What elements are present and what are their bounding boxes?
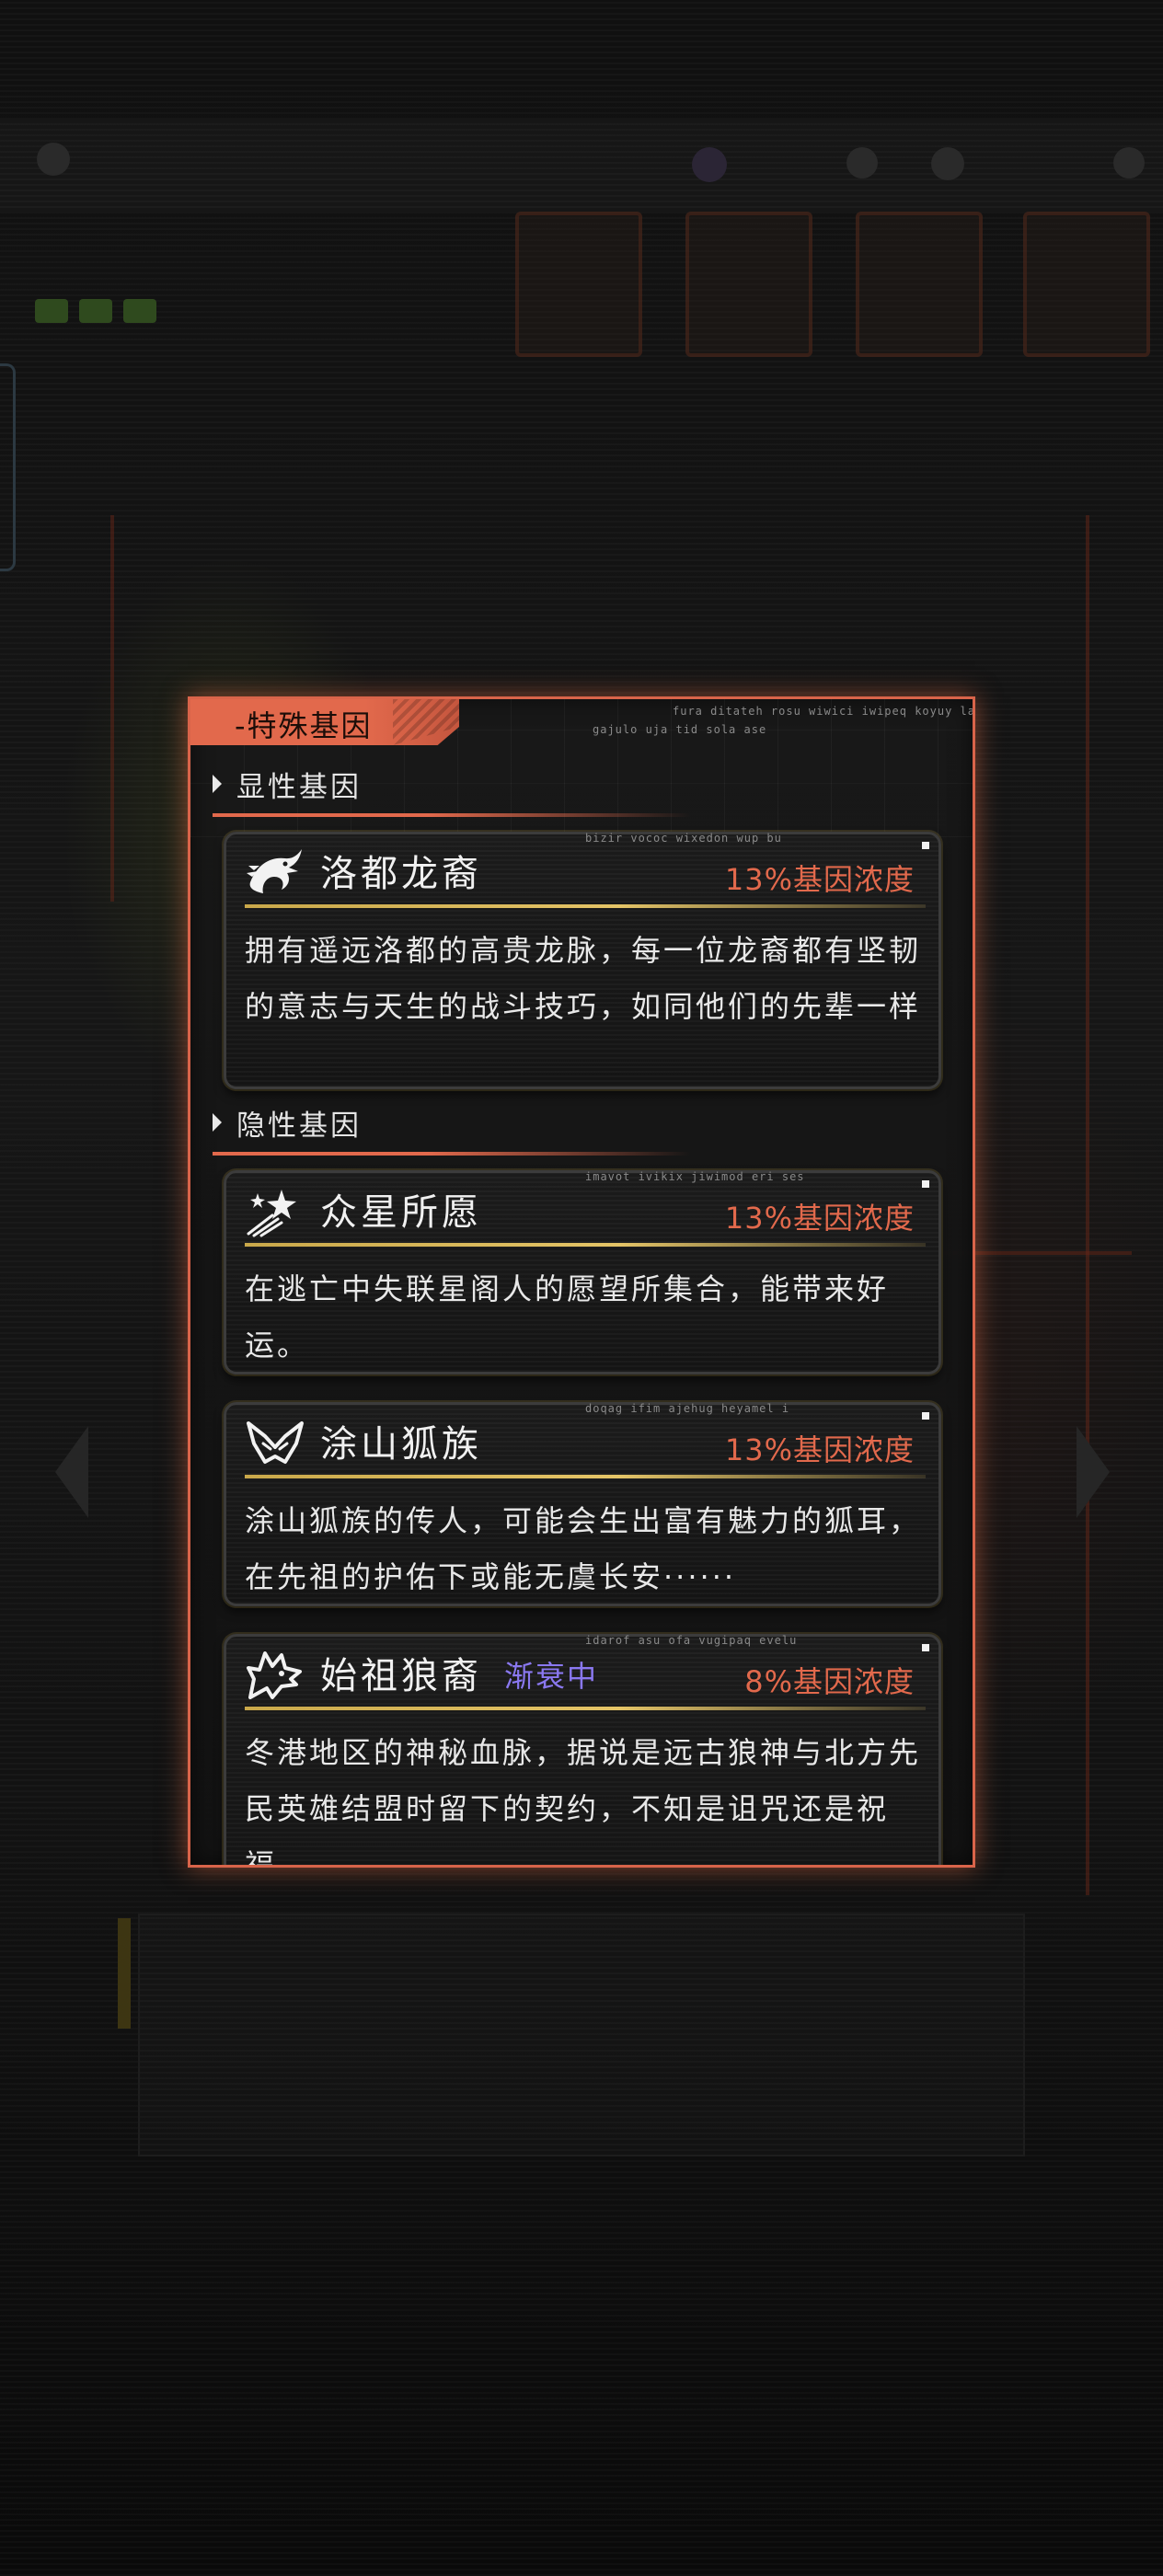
- deco-code-text: imavot ivikix jiwimod eri ses: [585, 1170, 805, 1183]
- gene-concentration: 13%基因浓度: [724, 1201, 915, 1236]
- section-label: 隐性基因: [236, 1110, 362, 1143]
- corner-marker: [922, 1644, 929, 1651]
- background-settings-icon: [1113, 147, 1145, 178]
- gene-name: 涂山狐族: [320, 1423, 482, 1466]
- expand-arrow-icon: [213, 1113, 222, 1132]
- deco-code-text: idarof asu ofa vugipaq evelu: [585, 1634, 798, 1647]
- deco-code-text: bizir vococ wixedon wup bu: [585, 832, 782, 845]
- shooting-stars-icon: [247, 1190, 296, 1237]
- background-bottom-panel: [138, 1914, 1025, 2156]
- background-tab: [856, 212, 983, 357]
- background-next-arrow-icon: [1077, 1426, 1110, 1518]
- background-circuit-line: [1086, 515, 1089, 1895]
- special-genes-panel: -特殊基因 fura ditateh rosu wiwici iwipeq ko…: [188, 696, 975, 1868]
- background-side-handle: [0, 363, 16, 571]
- panel-title: -特殊基因: [235, 708, 373, 743]
- background-circuit-line: [110, 515, 114, 902]
- background-bar: [123, 299, 156, 323]
- gene-concentration: 13%基因浓度: [724, 1432, 915, 1467]
- gene-status-badge: 渐衰中: [504, 1659, 599, 1694]
- expand-arrow-icon: [213, 775, 222, 793]
- card-divider: [245, 1243, 926, 1247]
- dragon-icon: [247, 849, 302, 893]
- corner-marker: [922, 1180, 929, 1188]
- corner-marker: [922, 1412, 929, 1420]
- card-divider: [245, 904, 926, 908]
- background-marker: [118, 1918, 131, 2029]
- section-underline: [213, 1152, 691, 1156]
- background-bar: [79, 299, 112, 323]
- gene-description: 冬港地区的神秘血脉，据说是远古狼神与北方先民英雄结盟时留下的契约，不知是诅咒还是…: [245, 1735, 922, 1868]
- wolf-icon: [247, 1651, 302, 1699]
- background-status-icon: [846, 147, 878, 178]
- deco-code-text: gajulo uja tid sola ase: [593, 723, 767, 736]
- section-label: 显性基因: [236, 771, 362, 804]
- background-tab: [1023, 212, 1150, 357]
- card-divider: [245, 1707, 926, 1710]
- gene-card-dragon[interactable]: bizir vococ wixedon wup bu 洛都龙裔 13%基因浓度 …: [224, 832, 941, 1089]
- gene-card-wolf[interactable]: idarof asu ofa vugipaq evelu 始祖狼裔 渐衰中 8%…: [224, 1634, 941, 1868]
- background-menu-icon: [37, 143, 70, 176]
- background-prev-arrow-icon: [55, 1426, 88, 1518]
- gene-description: 拥有遥远洛都的高贵龙脉，每一位龙裔都有坚韧的意志与天生的战斗技巧，如同他们的先辈…: [245, 933, 922, 1024]
- section-underline: [213, 813, 691, 817]
- background-tab: [685, 212, 812, 357]
- gene-name: 始祖狼裔: [320, 1655, 482, 1697]
- background-topbar: [0, 120, 1163, 212]
- background-bar: [35, 299, 68, 323]
- corner-marker: [922, 842, 929, 849]
- deco-code-text: doqag ifim ajehug heyamel i: [585, 1402, 790, 1415]
- fox-icon: [247, 1421, 304, 1464]
- card-divider: [245, 1475, 926, 1478]
- gene-description: 在逃亡中失联星阁人的愿望所集合，能带来好运。: [245, 1271, 890, 1363]
- gene-description: 涂山狐族的传人，可能会生出富有魅力的狐耳，在先祖的护佑下或能无虞长安······: [245, 1503, 922, 1594]
- gene-concentration: 13%基因浓度: [724, 862, 915, 897]
- deco-code-text: fura ditateh rosu wiwici iwipeq koyuy la: [673, 705, 975, 718]
- background-gem-icon: [692, 147, 727, 182]
- gene-card-fox[interactable]: doqag ifim ajehug heyamel i 涂山狐族 13%基因浓度…: [224, 1402, 941, 1606]
- gene-name: 洛都龙裔: [320, 853, 482, 895]
- background-tab: [515, 212, 642, 357]
- gene-name: 众星所愿: [320, 1191, 482, 1234]
- gene-card-stars[interactable]: imavot ivikix jiwimod eri ses 众星所愿 13%基因…: [224, 1170, 941, 1374]
- background-signal-icon: [931, 147, 964, 180]
- gene-concentration: 8%基因浓度: [744, 1664, 915, 1699]
